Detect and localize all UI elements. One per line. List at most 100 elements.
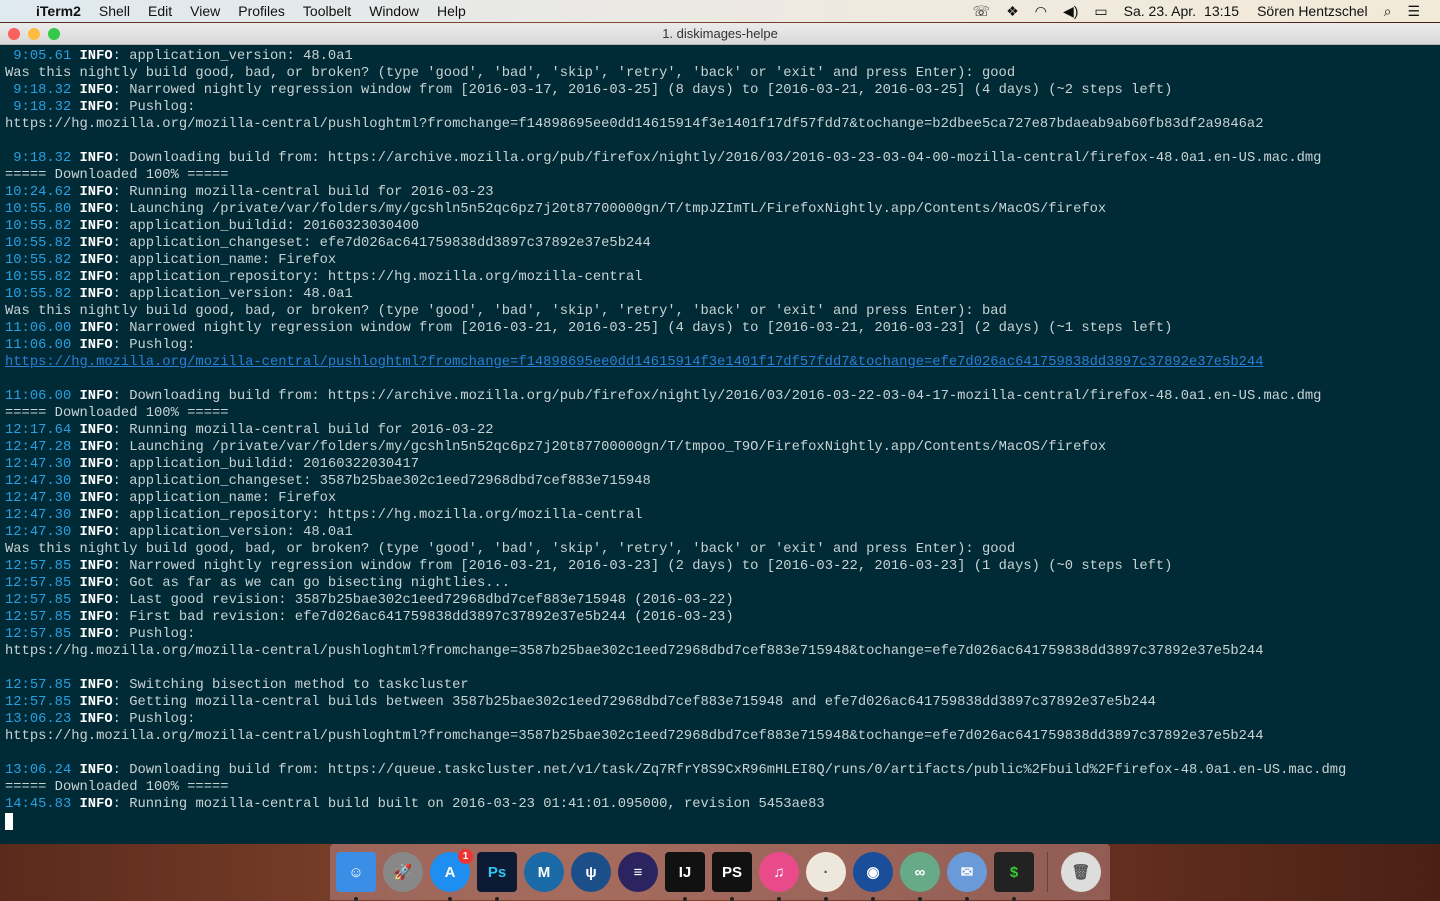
- log-level: INFO: [79, 236, 113, 251]
- log-message: application_version: 48.0a1: [129, 525, 353, 540]
- timestamp: 10:55.82: [5, 236, 72, 251]
- close-button[interactable]: [8, 28, 20, 40]
- zoom-button[interactable]: [48, 28, 60, 40]
- dock-icon-glyph: ♫: [773, 863, 785, 881]
- terminal-line: 12:57.85 INFO: Narrowed nightly regressi…: [5, 559, 1173, 574]
- volume-icon[interactable]: ◀): [1055, 0, 1086, 22]
- dock-icon-glyph: PS: [721, 863, 742, 881]
- dropbox-icon[interactable]: ❖: [998, 0, 1027, 22]
- dock-egg-icon[interactable]: ·: [806, 852, 846, 901]
- menu-view[interactable]: View: [181, 0, 229, 22]
- log-level: INFO: [79, 678, 113, 693]
- user-name[interactable]: Sören Hentzschel: [1247, 0, 1376, 22]
- log-message: application_repository: https://hg.mozil…: [129, 508, 643, 523]
- output-text: ===== Downloaded 100% =====: [5, 168, 229, 183]
- dock-icon-glyph: ✉: [960, 864, 974, 881]
- log-message: Pushlog:: [129, 338, 196, 353]
- log-message: application_name: Firefox: [129, 491, 337, 506]
- log-level: INFO: [79, 202, 113, 217]
- running-indicator: [683, 897, 687, 901]
- timestamp: 10:55.82: [5, 219, 72, 234]
- log-level: INFO: [79, 474, 113, 489]
- log-level: INFO: [79, 508, 113, 523]
- timestamp: 10:55.82: [5, 287, 72, 302]
- terminal-line: 12:47.30 INFO: application_version: 48.0…: [5, 525, 353, 540]
- timestamp: 10:55.82: [5, 270, 72, 285]
- timestamp: 11:06.00: [5, 321, 72, 336]
- log-message: application_changeset: 3587b25bae302c1ee…: [129, 474, 651, 489]
- dock-finder-icon[interactable]: ☺: [336, 852, 376, 901]
- battery-icon[interactable]: ▭: [1086, 0, 1115, 22]
- wifi-icon[interactable]: ◠: [1027, 0, 1055, 22]
- menu-toolbelt[interactable]: Toolbelt: [294, 0, 360, 22]
- dock-itunes-icon[interactable]: ♫: [759, 852, 799, 901]
- dock-intellij-icon[interactable]: IJ: [665, 852, 705, 901]
- dock-sourcetree-icon[interactable]: ψ: [571, 852, 611, 892]
- menu-profiles[interactable]: Profiles: [229, 0, 294, 22]
- terminal-line: 12:47.30 INFO: application_buildid: 2016…: [5, 457, 420, 472]
- log-message: Downloading build from: https://archive.…: [129, 389, 1322, 404]
- log-level: INFO: [79, 440, 113, 455]
- terminal-line: ===== Downloaded 100% =====: [5, 405, 1440, 422]
- timestamp: 12:57.85: [5, 678, 72, 693]
- terminal-output[interactable]: 9:05.61 INFO: application_version: 48.0a…: [5, 48, 1440, 830]
- log-message: Last good revision: 3587b25bae302c1eed72…: [129, 593, 734, 608]
- dock-app-store-icon[interactable]: A1: [430, 849, 473, 901]
- terminal-line: 9:18.32 INFO: Narrowed nightly regressio…: [5, 83, 1173, 98]
- dock-firefox-nightly-icon[interactable]: ◉: [853, 852, 893, 901]
- log-level: INFO: [79, 185, 113, 200]
- dock-eclipse-icon[interactable]: ≡: [618, 852, 658, 892]
- terminal-line: 12:47.30 INFO: application_name: Firefox: [5, 491, 337, 506]
- menu-window[interactable]: Window: [360, 0, 428, 22]
- log-level: INFO: [79, 100, 113, 115]
- dock-terminal-icon[interactable]: $: [994, 852, 1034, 901]
- dock-launchpad-icon[interactable]: 🚀: [383, 852, 423, 892]
- minimize-button[interactable]: [28, 28, 40, 40]
- log-level: INFO: [79, 389, 113, 404]
- timestamp: 13:06.24: [5, 763, 72, 778]
- clock-time[interactable]: 13:15: [1196, 0, 1247, 22]
- log-message: Pushlog:: [129, 627, 196, 642]
- timestamp: 12:57.85: [5, 593, 72, 608]
- terminal-line: https://hg.mozilla.org/mozilla-central/p…: [5, 116, 1440, 133]
- log-level: INFO: [79, 457, 113, 472]
- window-title: 1. diskimages-helpe: [662, 26, 778, 41]
- menu-help[interactable]: Help: [428, 0, 475, 22]
- log-message: application_version: 48.0a1: [129, 287, 353, 302]
- log-message: Got as far as we can go bisecting nightl…: [129, 576, 511, 591]
- dock-photoshop-icon[interactable]: Ps: [477, 852, 517, 901]
- timestamp: 10:24.62: [5, 185, 72, 200]
- dock-icon-glyph: M: [537, 863, 551, 881]
- timestamp: 12:57.85: [5, 610, 72, 625]
- terminal-line: Was this nightly build good, bad, or bro…: [5, 541, 1440, 558]
- dock-binoculars-icon[interactable]: ∞: [900, 852, 940, 901]
- menu-bar: iTerm2 Shell Edit View Profiles Toolbelt…: [0, 0, 1440, 22]
- dock-icon-glyph: ◉: [866, 864, 880, 881]
- dock-mail-icon[interactable]: ✉: [947, 852, 987, 901]
- log-message: Downloading build from: https://archive.…: [129, 151, 1322, 166]
- log-message: Running mozilla-central build built on 2…: [129, 797, 825, 812]
- dock-mamp-icon[interactable]: M: [524, 852, 564, 892]
- log-message: Narrowed nightly regression window from …: [129, 321, 1173, 336]
- iterm-window: 1. diskimages-helpe 9:05.61 INFO: applic…: [0, 23, 1440, 844]
- phone-icon[interactable]: ☏: [965, 0, 999, 22]
- log-level: INFO: [79, 270, 113, 285]
- menu-edit[interactable]: Edit: [139, 0, 181, 22]
- notification-center-icon[interactable]: ☰: [1399, 0, 1440, 22]
- menu-app-name[interactable]: iTerm2: [27, 0, 90, 22]
- log-level: INFO: [79, 338, 113, 353]
- pushlog-link[interactable]: https://hg.mozilla.org/mozilla-central/p…: [5, 355, 1263, 370]
- spotlight-icon[interactable]: ⌕: [1376, 0, 1400, 22]
- terminal-line: Was this nightly build good, bad, or bro…: [5, 303, 1440, 320]
- terminal-line: 10:55.82 INFO: application_buildid: 2016…: [5, 219, 420, 234]
- dock-phpstorm-icon[interactable]: PS: [712, 852, 752, 901]
- timestamp: 11:06.00: [5, 338, 72, 353]
- running-indicator: [918, 897, 922, 901]
- timestamp: 12:47.30: [5, 525, 72, 540]
- clock-date[interactable]: Sa. 23. Apr.: [1116, 0, 1196, 22]
- terminal-line: 10:24.62 INFO: Running mozilla-central b…: [5, 185, 494, 200]
- menu-shell[interactable]: Shell: [90, 0, 139, 22]
- dock-trash-icon[interactable]: 🗑: [1061, 852, 1101, 892]
- log-level: INFO: [79, 287, 113, 302]
